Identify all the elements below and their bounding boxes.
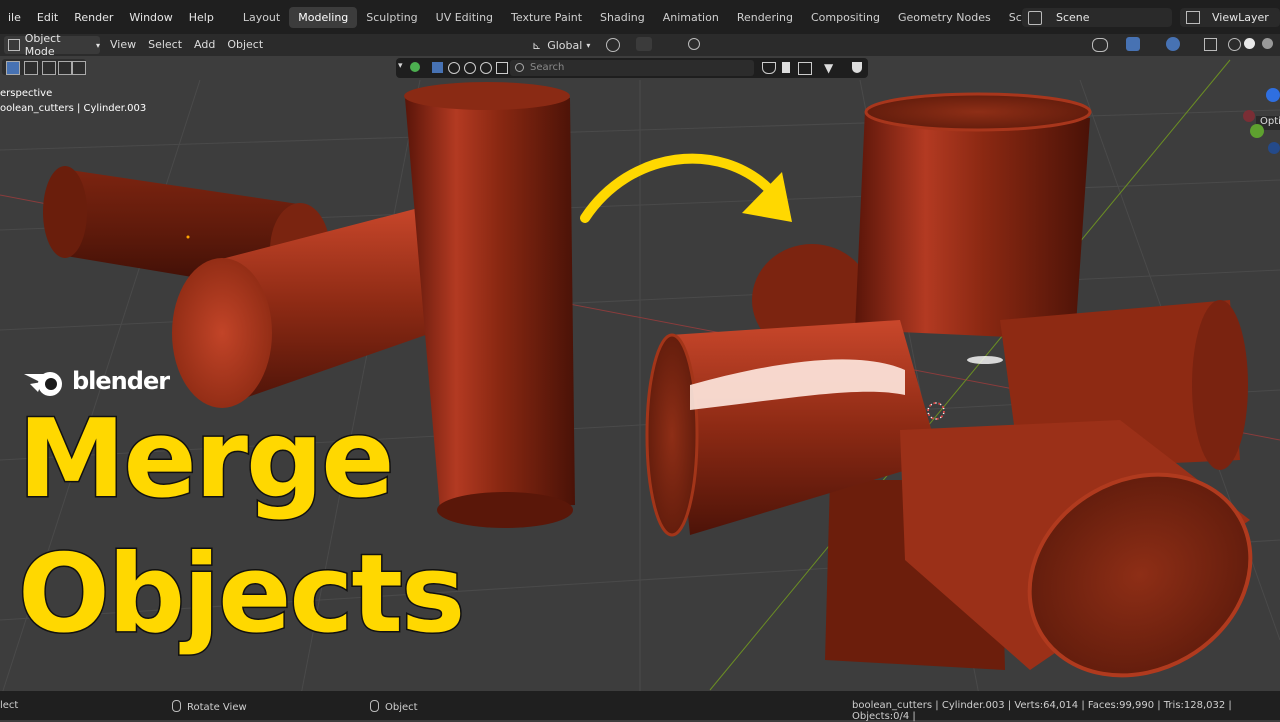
title-merge: Merge: [17, 397, 397, 522]
select-difference-icon[interactable]: [58, 61, 72, 75]
tab-modeling[interactable]: Modeling: [289, 6, 358, 28]
blender-wordmark: blender: [72, 367, 170, 395]
orientation-icon: ⊾: [532, 38, 542, 52]
shading-solid-icon[interactable]: [1244, 38, 1255, 49]
scene-statistics: boolean_cutters | Cylinder.003 | Verts:6…: [852, 700, 1232, 722]
view-layer-icon: [1186, 11, 1200, 24]
tab-shading[interactable]: Shading: [591, 7, 654, 28]
navigation-gizmo[interactable]: [1238, 86, 1280, 156]
editor-type-icon[interactable]: [410, 62, 420, 72]
viewport-header: Object Mode ▾ View Select Add Object ⊾ G…: [0, 32, 1280, 58]
menu-render[interactable]: Render: [66, 11, 121, 24]
menu-view[interactable]: View: [104, 38, 142, 51]
search-icon: [515, 63, 524, 72]
navigate-icon[interactable]: [1126, 37, 1140, 51]
scene-selector[interactable]: Scene: [1022, 8, 1172, 27]
status-rotate-label: Rotate View: [187, 702, 247, 713]
tab-geometry-nodes[interactable]: Geometry Nodes: [889, 7, 1000, 28]
chevron-down-icon[interactable]: ▾: [398, 61, 403, 71]
status-bar: lect Rotate View Object boolean_cutters …: [0, 691, 1280, 722]
search-input[interactable]: Search: [510, 60, 754, 76]
filter-object-icon[interactable]: [432, 62, 443, 73]
select-subtract-icon[interactable]: [42, 61, 56, 75]
filter-material-icon[interactable]: [464, 62, 476, 74]
blender-mark-icon: [24, 372, 62, 396]
title-objects: Objects: [16, 532, 466, 657]
funnel-icon[interactable]: ▼: [824, 61, 833, 75]
tab-animation[interactable]: Animation: [654, 7, 728, 28]
scene-name: Scene: [1056, 11, 1090, 24]
menu-file[interactable]: ile: [0, 11, 29, 24]
mouse-right-icon: [370, 700, 379, 712]
viewport-info: erspective oolean_cutters | Cylinder.003: [0, 86, 146, 116]
main-menu: ile Edit Render Window Help: [0, 11, 222, 24]
gizmo-x-neg-icon[interactable]: [1243, 110, 1255, 122]
scene-icon: [1028, 11, 1042, 25]
gizmo-y-icon[interactable]: [1250, 124, 1264, 138]
tab-compositing[interactable]: Compositing: [802, 7, 889, 28]
select-intersect-icon[interactable]: [72, 61, 86, 75]
gizmo-z-icon[interactable]: [1266, 88, 1280, 102]
status-object-label: Object: [385, 702, 418, 713]
xray-icon[interactable]: [1204, 38, 1217, 51]
mode-label: Object Mode: [24, 32, 61, 58]
bookmark-icon[interactable]: [782, 62, 790, 73]
select-new-icon[interactable]: [6, 61, 20, 75]
mode-selector[interactable]: Object Mode ▾: [4, 32, 100, 58]
menu-help[interactable]: Help: [181, 11, 222, 24]
filter-mesh-icon[interactable]: [448, 62, 460, 74]
filter-camera-icon[interactable]: [496, 62, 508, 74]
top-bar: ile Edit Render Window Help Layout Model…: [0, 0, 1280, 34]
object-info: oolean_cutters | Cylinder.003: [0, 103, 147, 114]
filter-toggle-icon[interactable]: [762, 62, 776, 74]
menu-edit[interactable]: Edit: [29, 11, 66, 24]
tool-settings-row: ▾ Search ▼ Opti: [0, 56, 1280, 130]
orientation-label: Global: [547, 38, 583, 52]
workspace-tabs: Layout Modeling Sculpting UV Editing Tex…: [234, 6, 1085, 28]
viewport-gizmo-toggle-icon[interactable]: [1092, 38, 1108, 52]
chevron-down-icon: ▾: [95, 40, 100, 50]
tab-uv-editing[interactable]: UV Editing: [427, 7, 502, 28]
tab-layout[interactable]: Layout: [234, 7, 289, 28]
filter-world-icon[interactable]: [480, 62, 492, 74]
status-select: lect: [0, 700, 19, 711]
transform-orientation[interactable]: ⊾ Global ▾: [532, 36, 598, 54]
selection-mode-buttons: [2, 59, 86, 75]
shading-wireframe-icon[interactable]: [1228, 38, 1241, 51]
tab-sculpting[interactable]: Sculpting: [357, 7, 426, 28]
search-placeholder: Search: [530, 62, 565, 73]
blender-logo: blender: [22, 362, 182, 402]
proportional-edit-icon[interactable]: [688, 38, 700, 50]
status-object: Object: [370, 700, 418, 713]
outliner-filter-bar: ▾ Search ▼: [396, 58, 868, 78]
tab-texture-paint[interactable]: Texture Paint: [502, 7, 591, 28]
tab-rendering[interactable]: Rendering: [728, 7, 802, 28]
menu-window[interactable]: Window: [121, 11, 180, 24]
view-name: erspective: [0, 88, 53, 99]
shield-icon[interactable]: [852, 62, 862, 73]
shading-material-icon[interactable]: [1262, 38, 1273, 49]
gizmo-y-neg-icon[interactable]: [1268, 142, 1280, 154]
chevron-down-icon: ▾: [586, 40, 591, 50]
status-rotate: Rotate View: [172, 700, 247, 713]
viewport-menus: View Select Add Object: [104, 38, 269, 51]
mouse-middle-icon: [172, 700, 181, 712]
view-layer-selector[interactable]: ViewLayer: [1180, 8, 1280, 27]
overlays-icon[interactable]: [1166, 37, 1180, 51]
menu-select[interactable]: Select: [142, 38, 188, 51]
menu-object[interactable]: Object: [221, 38, 269, 51]
snap-icon[interactable]: [636, 37, 652, 51]
menu-add[interactable]: Add: [188, 38, 221, 51]
object-mode-icon: [8, 39, 20, 51]
hierarchy-icon[interactable]: [798, 62, 812, 75]
pivot-icon[interactable]: [606, 38, 620, 52]
view-layer-name: ViewLayer: [1212, 11, 1269, 24]
select-extend-icon[interactable]: [24, 61, 38, 75]
